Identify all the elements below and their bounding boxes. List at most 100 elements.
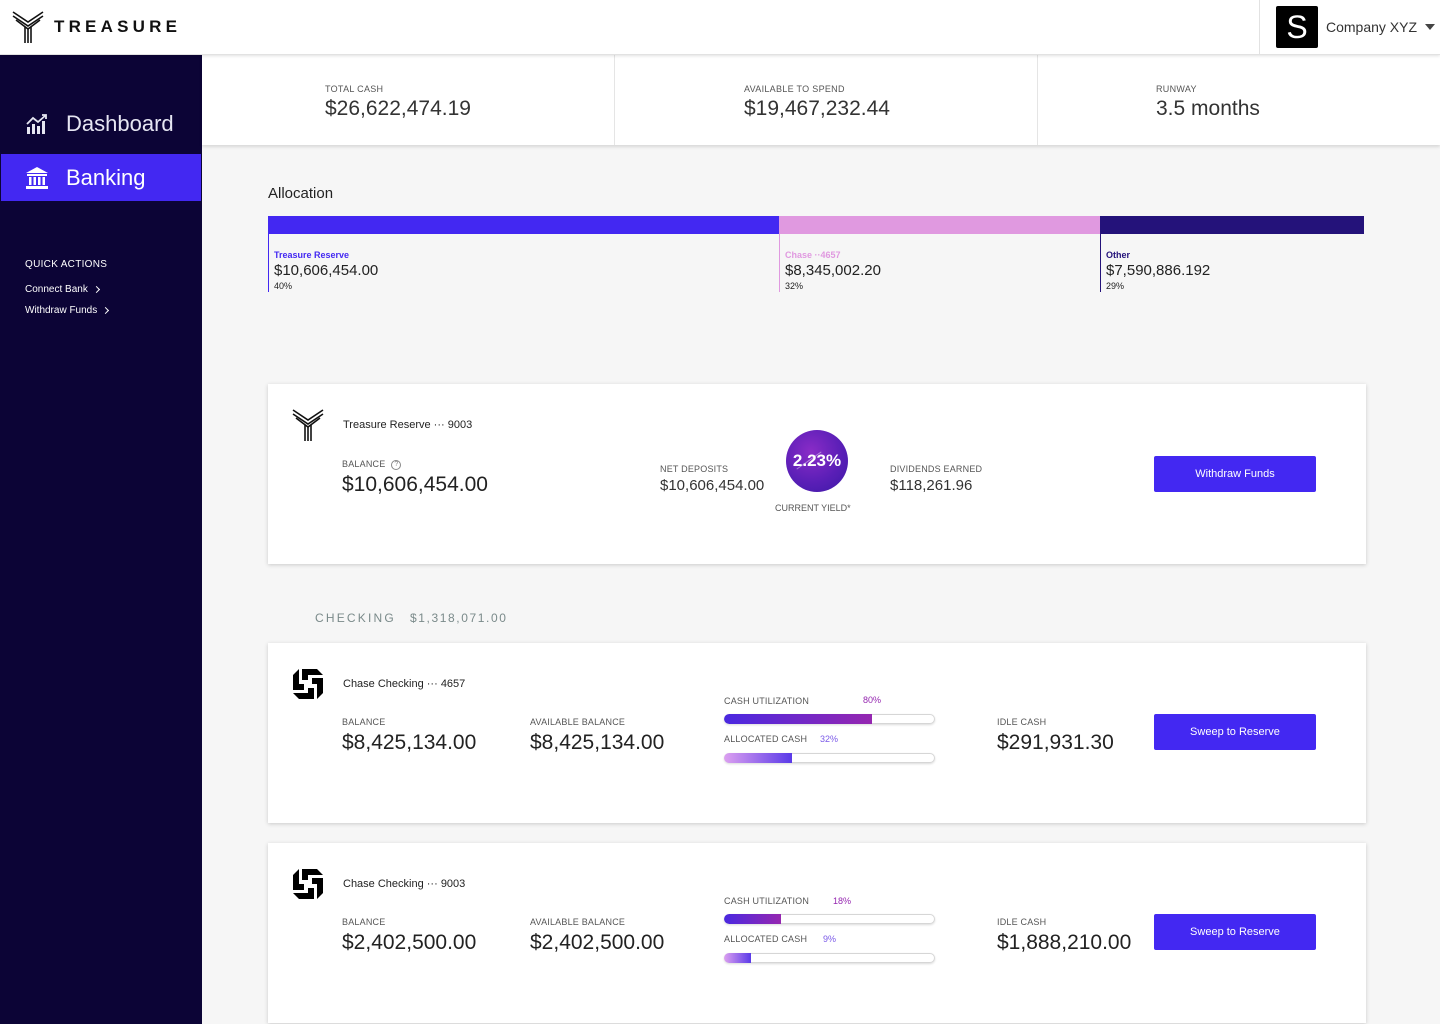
account-title: Treasure Reserve ··· 9003 <box>343 419 473 431</box>
company-name: Company XYZ <box>1326 19 1418 35</box>
sidebar-item-banking[interactable]: Banking <box>1 154 201 201</box>
bank-icon <box>25 166 49 190</box>
allocation-segment-name: Treasure Reserve <box>274 250 350 260</box>
account-title: Chase Checking ··· 9003 <box>343 878 466 890</box>
reserve-account-card: Treasure Reserve ··· 9003 BALANCE? $10,6… <box>268 384 1366 564</box>
total-cash-cell: TOTAL CASH $26,622,474.19 <box>202 55 615 145</box>
checking-section-total: $1,318,071.00 <box>410 611 508 625</box>
cash-utilization-fill <box>724 914 781 924</box>
connect-bank-label: Connect Bank <box>25 284 88 295</box>
allocated-cash-label: ALLOCATED CASH <box>724 934 808 944</box>
chase-logo-icon <box>293 869 323 899</box>
balance-label: BALANCE <box>342 717 386 727</box>
help-icon[interactable]: ? <box>391 459 402 470</box>
total-cash-value: $26,622,474.19 <box>325 97 471 120</box>
quick-actions-title: QUICK ACTIONS <box>25 259 108 270</box>
runway-label: RUNWAY <box>1156 84 1197 94</box>
allocated-cash-percent: 32% <box>820 734 839 744</box>
available-balance-label: AVAILABLE BALANCE <box>530 917 626 927</box>
cash-utilization-label: CASH UTILIZATION <box>724 896 810 906</box>
allocation-bar-fill <box>269 216 779 234</box>
sidebar: Dashboard Banking QUICK ACTIONS Connect … <box>0 55 202 1024</box>
allocation-segment-reserve[interactable]: Treasure Reserve $10,606,454.00 40% <box>268 216 779 292</box>
allocated-cash-bar <box>724 953 935 963</box>
account-title: Chase Checking ··· 4657 <box>343 678 466 690</box>
current-yield-badge: 2.23% <box>786 430 848 492</box>
available-balance-label: AVAILABLE BALANCE <box>530 717 626 727</box>
current-yield-value: 2.23% <box>792 451 842 470</box>
balance-value: $8,425,134.00 <box>342 731 477 754</box>
chevron-right-icon <box>102 306 110 315</box>
withdraw-funds-label: Withdraw Funds <box>25 305 98 316</box>
sidebar-item-dashboard[interactable]: Dashboard <box>1 100 201 147</box>
total-cash-label: TOTAL CASH <box>325 84 384 94</box>
allocated-cash-percent: 9% <box>823 934 837 944</box>
runway-cell: RUNWAY 3.5 months <box>1038 55 1440 145</box>
sweep-to-reserve-button[interactable]: Sweep to Reserve <box>1154 914 1316 950</box>
balance-value: $2,402,500.00 <box>342 931 477 954</box>
allocation-segment-amount: $10,606,454.00 <box>274 262 379 279</box>
allocation-bar-fill <box>1101 216 1364 234</box>
runway-value: 3.5 months <box>1156 97 1260 120</box>
treasure-logo-icon <box>292 409 324 441</box>
allocation-segment-chase[interactable]: Chase ··4657 $8,345,002.20 32% <box>779 216 1100 292</box>
allocated-cash-fill <box>724 953 752 963</box>
brand-logo[interactable]: TREASURE <box>12 10 181 44</box>
available-balance-value: $8,425,134.00 <box>530 731 665 754</box>
balance-label: BALANCE <box>342 917 386 927</box>
sweep-to-reserve-button[interactable]: Sweep to Reserve <box>1154 714 1316 750</box>
allocation-bar-fill <box>780 216 1100 234</box>
allocation-segment-amount: $7,590,886.192 <box>1106 262 1211 279</box>
balance-value: $10,606,454.00 <box>342 473 488 496</box>
checking-account-card: Chase Checking ··· 9003 BALANCE $2,402,5… <box>268 843 1366 1023</box>
dividends-earned-label: DIVIDENDS EARNED <box>890 464 983 474</box>
cash-utilization-percent: 18% <box>833 896 852 906</box>
brand-name: TREASURE <box>54 17 182 36</box>
cash-utilization-bar <box>724 714 935 724</box>
sidebar-item-label: Dashboard <box>66 110 174 136</box>
cash-summary: TOTAL CASH $26,622,474.19 AVAILABLE TO S… <box>202 55 1440 145</box>
cash-utilization-label: CASH UTILIZATION <box>724 696 810 706</box>
treasure-logo-icon <box>12 11 44 43</box>
net-deposits-label: NET DEPOSITS <box>660 464 729 474</box>
top-bar: TREASURE S Company XYZ <box>0 0 1440 55</box>
cash-utilization-percent: 80% <box>863 695 882 705</box>
company-avatar: S <box>1276 6 1318 48</box>
company-switcher[interactable]: S Company XYZ <box>1259 0 1440 54</box>
balance-label: BALANCE? <box>342 459 402 470</box>
available-to-spend-label: AVAILABLE TO SPEND <box>744 84 845 94</box>
allocation-segment-amount: $8,345,002.20 <box>785 262 881 279</box>
allocation-title: Allocation <box>268 185 334 202</box>
available-balance-value: $2,402,500.00 <box>530 931 665 954</box>
allocation-segment-percent: 29% <box>1106 281 1125 291</box>
balance-label-text: BALANCE <box>342 459 386 469</box>
net-deposits-value: $10,606,454.00 <box>660 477 765 494</box>
idle-cash-value: $1,888,210.00 <box>997 931 1132 954</box>
withdraw-funds-link[interactable]: Withdraw Funds <box>25 305 110 316</box>
sidebar-item-label: Banking <box>66 164 146 190</box>
connect-bank-link[interactable]: Connect Bank <box>25 284 100 295</box>
allocation-segment-other[interactable]: Other $7,590,886.192 29% <box>1100 216 1364 292</box>
dividends-earned-value: $118,261.96 <box>890 477 973 494</box>
allocated-cash-fill <box>724 753 792 763</box>
cash-utilization-fill <box>724 714 872 724</box>
allocation-bar: Treasure Reserve $10,606,454.00 40% Chas… <box>268 216 1364 292</box>
allocated-cash-bar <box>724 753 935 763</box>
idle-cash-label: IDLE CASH <box>997 717 1047 727</box>
allocated-cash-label: ALLOCATED CASH <box>724 734 808 744</box>
current-yield-label: CURRENT YIELD* <box>775 503 851 513</box>
caret-down-icon <box>1425 24 1436 30</box>
chase-logo-icon <box>293 669 323 699</box>
available-to-spend-cell: AVAILABLE TO SPEND $19,467,232.44 <box>615 55 1038 145</box>
withdraw-funds-button[interactable]: Withdraw Funds <box>1154 456 1316 492</box>
allocation-segment-name: Other <box>1106 250 1131 260</box>
chevron-right-icon <box>92 285 100 294</box>
checking-section-label: CHECKING <box>315 611 396 625</box>
checking-account-card: Chase Checking ··· 4657 BALANCE $8,425,1… <box>268 643 1366 823</box>
cash-utilization-bar <box>724 914 935 924</box>
available-to-spend-value: $19,467,232.44 <box>744 97 890 120</box>
allocation-segment-name: Chase ··4657 <box>785 250 841 260</box>
idle-cash-value: $291,931.30 <box>997 731 1114 754</box>
allocation-segment-percent: 40% <box>274 281 293 291</box>
chart-bars-icon <box>25 112 49 136</box>
